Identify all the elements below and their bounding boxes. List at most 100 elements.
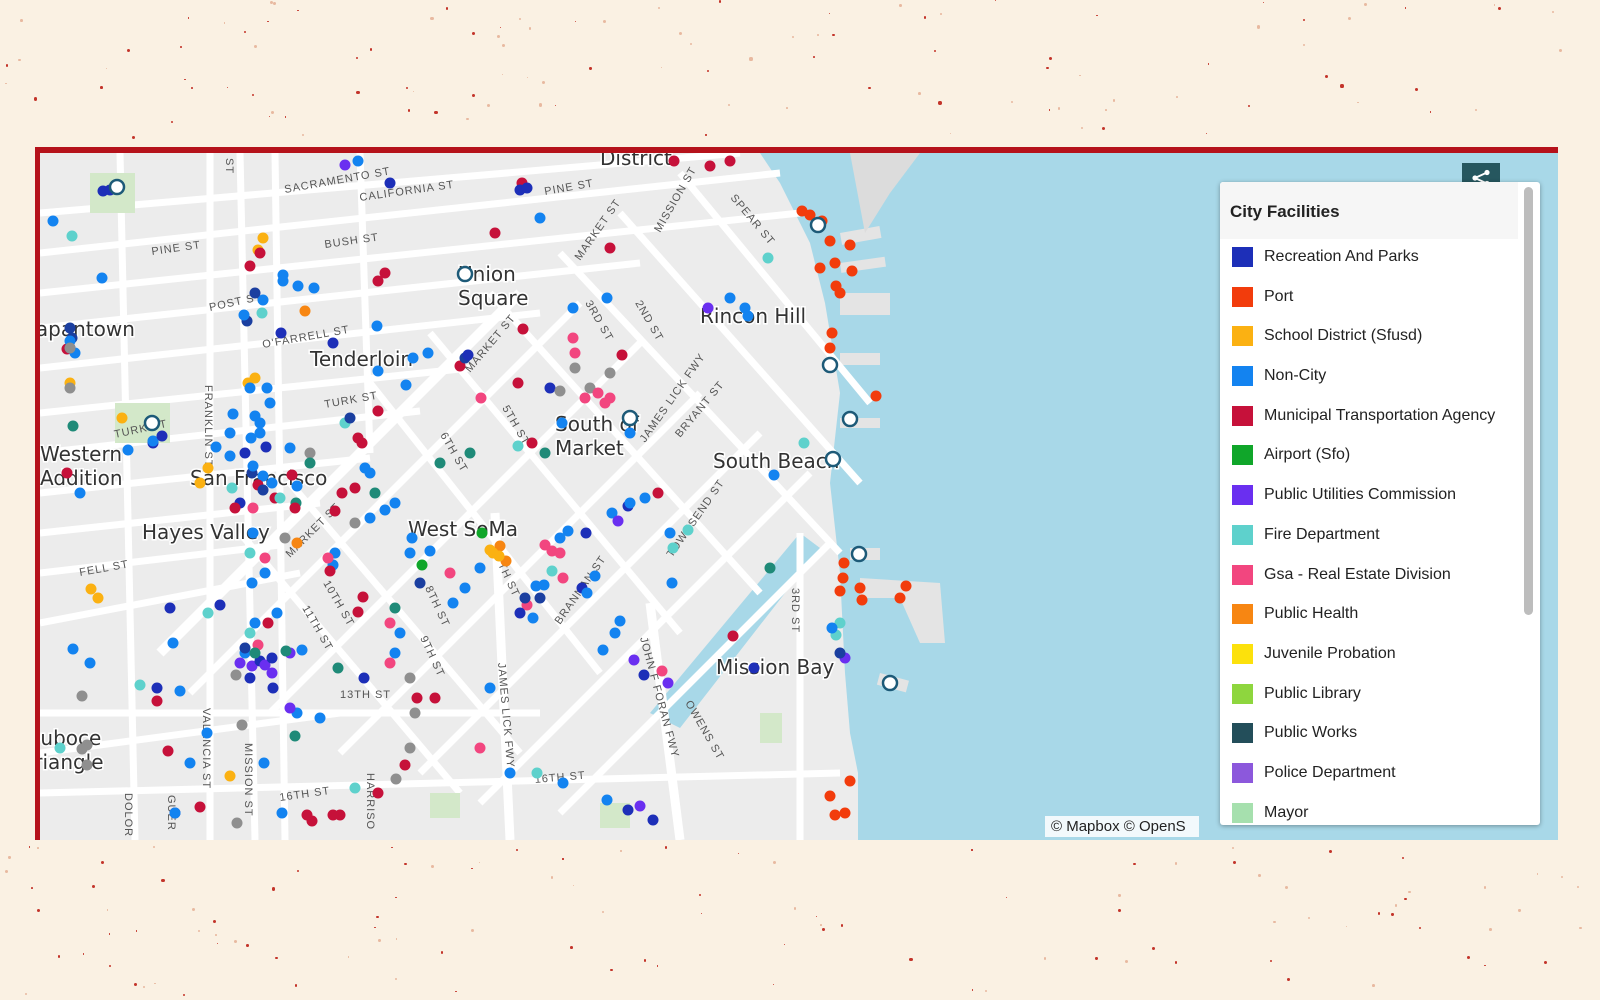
facility-marker[interactable] [604, 367, 616, 379]
facility-marker[interactable] [167, 637, 179, 649]
facility-marker[interactable] [592, 387, 604, 399]
facility-marker[interactable] [826, 327, 838, 339]
facility-marker[interactable] [844, 775, 856, 787]
facility-marker[interactable] [291, 537, 303, 549]
legend-item[interactable]: Municipal Transportation Agency [1220, 398, 1520, 438]
facility-marker[interactable] [202, 462, 214, 474]
facility-marker[interactable] [271, 607, 283, 619]
facility-marker[interactable] [504, 767, 516, 779]
facility-marker[interactable] [134, 679, 146, 691]
location-ring-marker[interactable] [821, 356, 839, 374]
facility-marker[interactable] [900, 580, 912, 592]
legend-scrollbar[interactable] [1524, 187, 1533, 615]
facility-marker[interactable] [379, 267, 391, 279]
facility-marker[interactable] [247, 502, 259, 514]
facility-marker[interactable] [267, 682, 279, 694]
location-ring-marker[interactable] [809, 216, 827, 234]
facility-marker[interactable] [434, 457, 446, 469]
facility-marker[interactable] [332, 662, 344, 674]
facility-marker[interactable] [84, 657, 96, 669]
facility-marker[interactable] [254, 427, 266, 439]
facility-marker[interactable] [327, 337, 339, 349]
facility-marker[interactable] [856, 594, 868, 606]
facility-marker[interactable] [162, 745, 174, 757]
location-ring-marker[interactable] [621, 409, 639, 427]
facility-marker[interactable] [579, 392, 591, 404]
facility-marker[interactable] [352, 432, 364, 444]
facility-marker[interactable] [260, 441, 272, 453]
facility-marker[interactable] [64, 342, 76, 354]
facility-marker[interactable] [291, 480, 303, 492]
facility-marker[interactable] [768, 469, 780, 481]
facility-marker[interactable] [289, 502, 301, 514]
facility-marker[interactable] [384, 657, 396, 669]
facility-marker[interactable] [277, 275, 289, 287]
facility-marker[interactable] [174, 685, 186, 697]
facility-marker[interactable] [612, 515, 624, 527]
facility-marker[interactable] [239, 642, 251, 654]
facility-marker[interactable] [67, 643, 79, 655]
location-ring-marker[interactable] [841, 410, 859, 428]
facility-marker[interactable] [296, 644, 308, 656]
facility-marker[interactable] [284, 702, 296, 714]
facility-marker[interactable] [639, 492, 651, 504]
map-attribution[interactable]: © Mapbox © OpenS [1045, 816, 1199, 837]
facility-marker[interactable] [249, 287, 261, 299]
facility-marker[interactable] [258, 757, 270, 769]
facility-marker[interactable] [74, 487, 86, 499]
facility-marker[interactable] [589, 570, 601, 582]
facility-marker[interactable] [531, 767, 543, 779]
facility-marker[interactable] [727, 630, 739, 642]
facility-marker[interactable] [581, 587, 593, 599]
facility-marker[interactable] [512, 377, 524, 389]
facility-marker[interactable] [54, 742, 66, 754]
facility-marker[interactable] [236, 719, 248, 731]
facility-marker[interactable] [762, 252, 774, 264]
facility-marker[interactable] [704, 160, 716, 172]
facility-marker[interactable] [422, 347, 434, 359]
location-ring-marker[interactable] [456, 265, 474, 283]
legend-item[interactable]: Port [1220, 279, 1520, 319]
facility-marker[interactable] [151, 695, 163, 707]
facility-marker[interactable] [664, 527, 676, 539]
facility-marker[interactable] [286, 469, 298, 481]
facility-marker[interactable] [599, 397, 611, 409]
legend-item[interactable]: Airport (Sfo) [1220, 437, 1520, 477]
facility-marker[interactable] [61, 467, 73, 479]
facility-marker[interactable] [349, 517, 361, 529]
legend-item[interactable]: Police Department [1220, 755, 1520, 795]
facility-marker[interactable] [259, 567, 271, 579]
facility-marker[interactable] [247, 460, 259, 472]
facility-marker[interactable] [844, 239, 856, 251]
facility-marker[interactable] [824, 342, 836, 354]
facility-marker[interactable] [151, 682, 163, 694]
facility-marker[interactable] [244, 627, 256, 639]
facility-marker[interactable] [276, 807, 288, 819]
facility-marker[interactable] [534, 212, 546, 224]
facility-marker[interactable] [349, 782, 361, 794]
facility-marker[interactable] [234, 657, 246, 669]
location-ring-marker[interactable] [824, 450, 842, 468]
facility-marker[interactable] [194, 477, 206, 489]
facility-marker[interactable] [724, 292, 736, 304]
legend-item[interactable]: Public Utilities Commission [1220, 477, 1520, 517]
facility-marker[interactable] [304, 447, 316, 459]
facility-marker[interactable] [156, 430, 168, 442]
facility-marker[interactable] [257, 484, 269, 496]
facility-marker[interactable] [66, 230, 78, 242]
facility-marker[interactable] [666, 577, 678, 589]
facility-marker[interactable] [546, 565, 558, 577]
facility-marker[interactable] [628, 654, 640, 666]
facility-marker[interactable] [404, 742, 416, 754]
facility-marker[interactable] [539, 447, 551, 459]
facility-marker[interactable] [476, 527, 488, 539]
facility-marker[interactable] [834, 647, 846, 659]
facility-marker[interactable] [254, 417, 266, 429]
facility-marker[interactable] [556, 417, 568, 429]
facility-marker[interactable] [748, 662, 760, 674]
legend-item[interactable]: Gsa - Real Estate Division [1220, 557, 1520, 597]
facility-marker[interactable] [344, 412, 356, 424]
facility-marker[interactable] [662, 677, 674, 689]
facility-marker[interactable] [406, 532, 418, 544]
facility-marker[interactable] [544, 382, 556, 394]
